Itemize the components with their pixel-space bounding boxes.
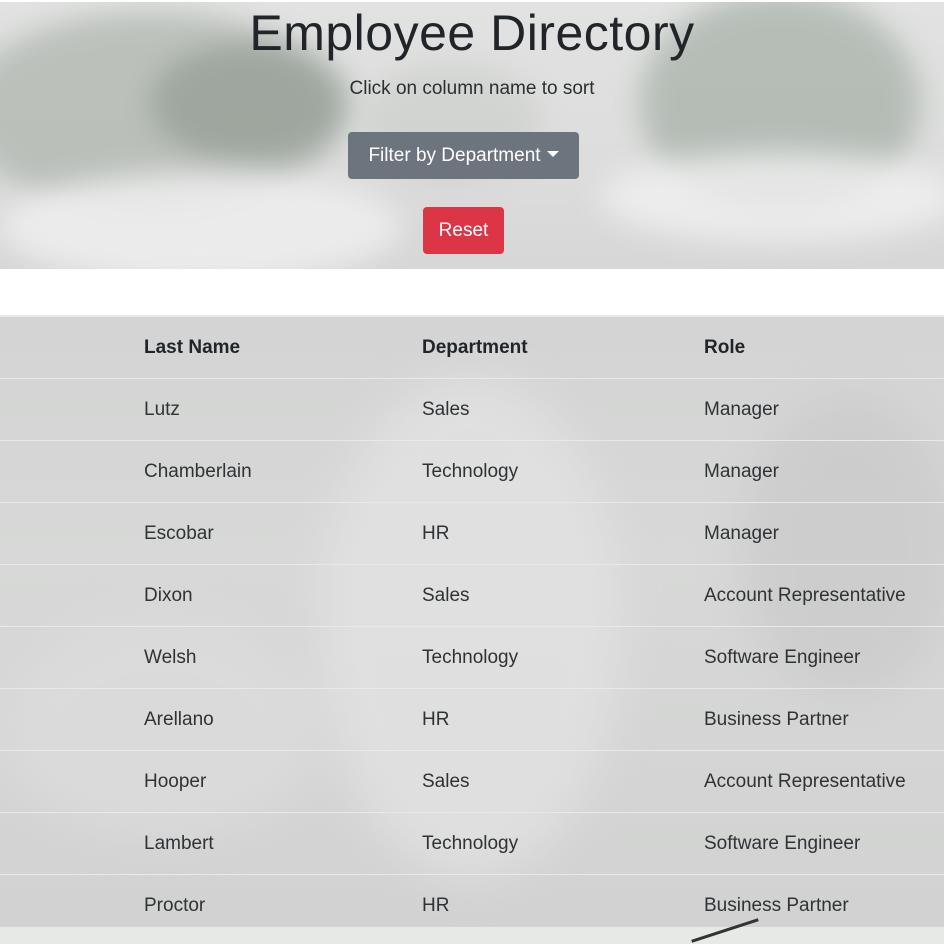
department-cell: Sales xyxy=(422,378,704,441)
background-pot xyxy=(600,152,944,242)
reset-button-label: Reset xyxy=(438,220,489,241)
department-cell: Technology xyxy=(422,626,704,689)
column-header-last-name[interactable]: Last Name xyxy=(144,317,422,379)
table-row: Chamberlain Technology Manager xyxy=(0,440,944,503)
table-row: Lutz Sales Manager xyxy=(0,378,944,441)
table-header-row: Last Name Department Role xyxy=(0,317,944,379)
reset-button[interactable]: Reset xyxy=(423,207,504,254)
table-row: Proctor HR Business Partner xyxy=(0,874,944,927)
last-name-cell: Escobar xyxy=(144,502,422,565)
table-spacer xyxy=(0,626,144,689)
department-cell: Sales xyxy=(422,750,704,813)
table-spacer xyxy=(0,688,144,751)
role-cell: Account Representative xyxy=(704,750,944,813)
role-cell: Business Partner xyxy=(704,874,944,927)
table-spacer xyxy=(0,317,144,379)
filter-department-dropdown[interactable]: Filter by Department xyxy=(348,132,579,179)
table-spacer xyxy=(0,750,144,813)
department-cell: HR xyxy=(422,502,704,565)
table-row: Hooper Sales Account Representative xyxy=(0,750,944,813)
department-cell: HR xyxy=(422,874,704,927)
employee-table: Last Name Department Role Lutz Sales Manag… xyxy=(0,317,944,927)
role-cell: Software Engineer xyxy=(704,626,944,689)
table-row: Lambert Technology Software Engineer xyxy=(0,812,944,875)
table-row: Escobar HR Manager xyxy=(0,502,944,565)
column-header-department[interactable]: Department xyxy=(422,317,704,379)
table-spacer xyxy=(0,502,144,565)
department-cell: HR xyxy=(422,688,704,751)
last-name-cell: Arellano xyxy=(144,688,422,751)
role-cell: Manager xyxy=(704,502,944,565)
department-cell: Technology xyxy=(422,812,704,875)
department-cell: Technology xyxy=(422,440,704,503)
table-spacer xyxy=(0,874,144,927)
last-name-cell: Proctor xyxy=(144,874,422,927)
column-header-role[interactable]: Role xyxy=(704,317,944,379)
last-name-cell: Lutz xyxy=(144,378,422,441)
table-row: Dixon Sales Account Representative xyxy=(0,564,944,627)
role-cell: Business Partner xyxy=(704,688,944,751)
last-name-cell: Welsh xyxy=(144,626,422,689)
background-pot xyxy=(0,172,400,269)
table-row: Welsh Technology Software Engineer xyxy=(0,626,944,689)
last-name-cell: Lambert xyxy=(144,812,422,875)
employee-table-container: Last Name Department Role Lutz Sales Manag… xyxy=(0,315,944,927)
sort-hint: Click on column name to sort xyxy=(349,78,595,99)
role-cell: Account Representative xyxy=(704,564,944,627)
caret-down-icon xyxy=(546,151,559,157)
last-name-cell: Hooper xyxy=(144,750,422,813)
role-cell: Software Engineer xyxy=(704,812,944,875)
filter-button-label: Filter by Department xyxy=(368,145,541,166)
role-cell: Manager xyxy=(704,440,944,503)
table-body: Lutz Sales Manager Chamberlain Technology Man… xyxy=(0,378,944,927)
table-spacer xyxy=(0,378,144,441)
table-spacer xyxy=(0,564,144,627)
last-name-cell: Dixon xyxy=(144,564,422,627)
table-row: Arellano HR Business Partner xyxy=(0,688,944,751)
background-footer xyxy=(0,918,944,944)
table-spacer xyxy=(0,440,144,503)
page: Employee Directory Click on column name … xyxy=(0,0,944,944)
last-name-cell: Chamberlain xyxy=(144,440,422,503)
role-cell: Manager xyxy=(704,378,944,441)
page-title: Employee Directory xyxy=(249,5,695,61)
table-spacer xyxy=(0,812,144,875)
department-cell: Sales xyxy=(422,564,704,627)
